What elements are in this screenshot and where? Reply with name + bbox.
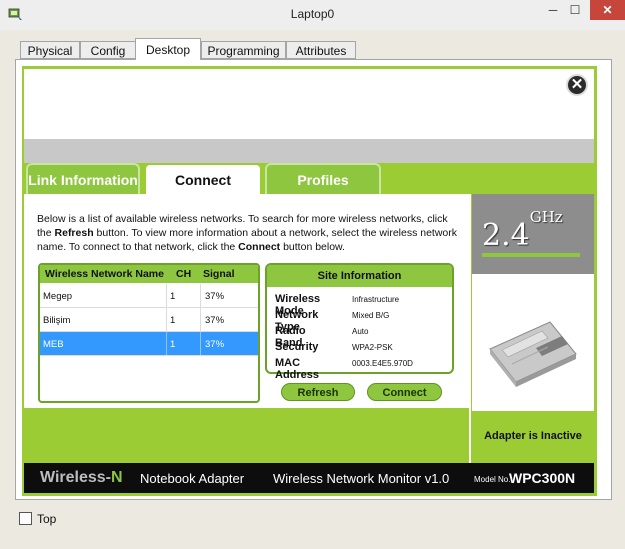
header-signal: Signal: [203, 268, 235, 280]
brand-prefix: Wireless-: [40, 469, 111, 486]
footer-model-no-label: Model No.: [474, 475, 511, 484]
subtab-link-information[interactable]: Link Information: [26, 163, 140, 194]
top-checkbox[interactable]: [19, 512, 32, 525]
network-signal: 37%: [205, 315, 225, 326]
tab-programming[interactable]: Programming: [201, 41, 286, 59]
footer-model: WPC300N: [509, 470, 576, 486]
subtab-connect[interactable]: Connect: [144, 163, 262, 194]
close-app-icon[interactable]: ✕: [566, 74, 588, 96]
frequency-label: 2.4GHz: [482, 208, 563, 253]
site-value: WPA2-PSK: [352, 343, 393, 352]
close-window-button[interactable]: ✕: [590, 0, 625, 20]
site-label: MAC Address: [275, 357, 320, 381]
network-ch: 1: [170, 339, 176, 350]
instructions-refresh-word: Refresh: [54, 227, 94, 239]
header-network-name: Wireless Network Name: [45, 268, 164, 280]
window-title: Laptop0: [290, 7, 335, 21]
site-information-title: Site Information: [267, 265, 452, 287]
adapter-status: Adapter is Inactive: [484, 430, 582, 442]
site-value: 0003.E4E5.970D: [352, 359, 413, 368]
bottom-green-band: [24, 408, 469, 463]
footer-adapter-label: Notebook Adapter: [140, 471, 245, 486]
connect-instructions: Below is a list of available wireless ne…: [37, 212, 462, 254]
wireless-card-icon: [489, 321, 577, 387]
panel-header-area: [24, 69, 594, 139]
instructions-text-3: button below.: [280, 241, 345, 253]
network-signal: 37%: [205, 339, 225, 350]
site-value: Infrastructure: [352, 295, 400, 304]
site-value: Mixed B/G: [352, 311, 390, 320]
product-footer: Wireless-N Notebook Adapter Wireless Net…: [24, 463, 594, 493]
network-signal: 37%: [205, 291, 225, 302]
site-label: Security: [275, 341, 319, 353]
network-ch: 1: [170, 291, 176, 302]
tab-config[interactable]: Config: [80, 41, 136, 59]
connect-button[interactable]: Connect: [367, 383, 442, 401]
footer-monitor-label: Wireless Network Monitor v1.0: [273, 471, 450, 486]
instructions-connect-word: Connect: [238, 241, 281, 253]
title-bar: Laptop0 ─ ☐ ✕: [0, 0, 625, 30]
panel-header-strip: [24, 139, 594, 163]
maximize-button[interactable]: ☐: [564, 0, 586, 20]
subtab-profiles[interactable]: Profiles: [265, 163, 381, 194]
brand-logo: Wireless-N: [40, 469, 123, 487]
network-row-megep[interactable]: Megep 1 37%: [40, 284, 258, 308]
refresh-button[interactable]: Refresh: [281, 383, 355, 401]
network-name: Megep: [43, 291, 73, 302]
side-column-divider: [469, 194, 471, 463]
frequency-underline: [482, 253, 580, 257]
tab-physical[interactable]: Physical: [20, 41, 80, 59]
tab-attributes[interactable]: Attributes: [286, 41, 356, 59]
top-checkbox-label: Top: [37, 512, 57, 526]
header-ch: CH: [176, 268, 192, 280]
tab-desktop[interactable]: Desktop: [135, 38, 201, 60]
frequency-number: 2.4: [482, 218, 530, 253]
network-row-bilisim[interactable]: Bilişim 1 37%: [40, 308, 258, 332]
site-information-box: Site Information Wireless Mode Infrastru…: [265, 263, 454, 381]
network-list: Wireless Network Name CH Signal Megep 1 …: [38, 263, 260, 403]
network-name: Bilişim: [43, 315, 71, 326]
minimize-button[interactable]: ─: [542, 0, 564, 20]
network-ch: 1: [170, 315, 176, 326]
brand-n: N: [111, 469, 123, 486]
network-name: MEB: [43, 339, 64, 350]
frequency-unit: GHz: [529, 208, 563, 226]
site-value: Auto: [352, 327, 369, 336]
network-list-header: Wireless Network Name CH Signal: [40, 265, 258, 283]
adapter-image-area: [472, 274, 594, 411]
network-row-meb[interactable]: MEB 1 37%: [40, 332, 258, 356]
